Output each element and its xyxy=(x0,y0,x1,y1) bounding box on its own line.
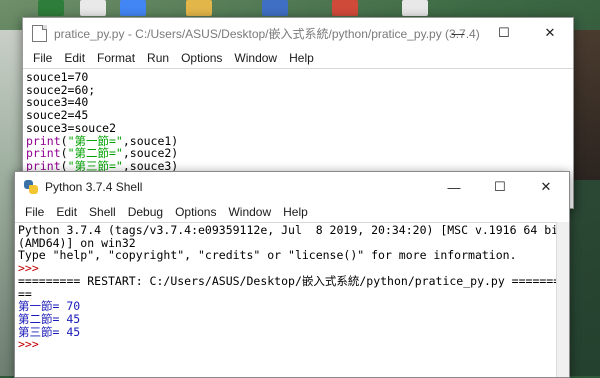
shell-menubar: File Edit Shell Debug Options Window Help xyxy=(15,202,569,222)
shell-line: >>> xyxy=(18,338,554,351)
editor-line: souce2=60; xyxy=(26,83,570,97)
menu-window[interactable]: Window xyxy=(228,48,283,68)
menu-run[interactable]: Run xyxy=(141,48,175,68)
menu-file[interactable]: File xyxy=(27,48,58,68)
shell-window-controls: — ☐ ✕ xyxy=(431,172,569,202)
desktop-right-edge xyxy=(574,30,600,180)
desktop-icon[interactable] xyxy=(262,0,288,16)
menu-file[interactable]: File xyxy=(19,202,50,222)
menu-edit[interactable]: Edit xyxy=(58,48,91,68)
editor-title: pratice_py.py - C:/Users/ASUS/Desktop/嵌入… xyxy=(54,26,480,41)
shell-titlebar[interactable]: Python 3.7.4 Shell — ☐ ✕ xyxy=(15,172,569,202)
code-text[interactable]: souce1=70 souce2=60; souce3=40 souce2=45 sou… xyxy=(26,71,570,173)
menu-help[interactable]: Help xyxy=(283,48,320,68)
desktop-icon[interactable] xyxy=(80,0,106,16)
editor-line: souce1=70 xyxy=(26,71,570,84)
shell-text[interactable]: Python 3.7.4 (tags/v3.7.4:e09359112e, Ju… xyxy=(18,224,557,351)
code-token: ========= RESTART: C:/Users/ASUS/Desktop… xyxy=(18,273,557,288)
minimize-button[interactable]: — xyxy=(431,172,477,202)
menu-options[interactable]: Options xyxy=(169,202,222,222)
shell-line: == xyxy=(18,287,554,301)
shell-line: 第一節= 70 xyxy=(18,300,554,313)
maximize-button[interactable]: ☐ xyxy=(481,18,527,48)
shell-line: 第三節= 45 xyxy=(18,325,554,339)
desktop-icon[interactable] xyxy=(186,0,212,16)
menu-shell[interactable]: Shell xyxy=(83,202,122,222)
minimize-button[interactable]: — xyxy=(435,18,481,48)
python-icon xyxy=(23,179,39,195)
shell-line: Type "help", "copyright", "credits" or "… xyxy=(18,249,554,262)
maximize-button[interactable]: ☐ xyxy=(477,172,523,202)
menu-edit[interactable]: Edit xyxy=(50,202,83,222)
menu-options[interactable]: Options xyxy=(175,48,228,68)
document-icon xyxy=(32,24,47,42)
close-button[interactable]: ✕ xyxy=(523,172,569,202)
vertical-scrollbar[interactable] xyxy=(556,222,569,377)
code-token: Type "help", "copyright", "credits" or "… xyxy=(18,248,517,263)
desktop-icon[interactable] xyxy=(402,0,428,16)
shell-window[interactable]: Python 3.7.4 Shell — ☐ ✕ File Edit Shell De… xyxy=(14,171,570,378)
shell-output[interactable]: Python 3.7.4 (tags/v3.7.4:e09359112e, Ju… xyxy=(15,222,557,377)
editor-menubar: File Edit Format Run Options Window Help xyxy=(23,48,573,68)
desktop-icon[interactable] xyxy=(120,0,146,16)
menu-debug[interactable]: Debug xyxy=(122,202,169,222)
shell-line: 第二節= 45 xyxy=(18,313,554,326)
menu-format[interactable]: Format xyxy=(91,48,141,68)
editor-window-controls: — ☐ ✕ xyxy=(435,18,573,48)
editor-line: souce3=40 xyxy=(26,96,570,109)
shell-line: ========= RESTART: C:/Users/ASUS/Desktop… xyxy=(18,273,557,288)
shell-title: Python 3.7.4 Shell xyxy=(45,180,143,194)
code-token: >>> xyxy=(18,337,46,352)
close-button[interactable]: ✕ xyxy=(527,18,573,48)
menu-help[interactable]: Help xyxy=(277,202,314,222)
desktop-icon[interactable] xyxy=(332,0,358,16)
desktop-icon[interactable] xyxy=(38,0,64,16)
editor-titlebar[interactable]: pratice_py.py - C:/Users/ASUS/Desktop/嵌入… xyxy=(23,18,573,48)
menu-window[interactable]: Window xyxy=(222,202,277,222)
